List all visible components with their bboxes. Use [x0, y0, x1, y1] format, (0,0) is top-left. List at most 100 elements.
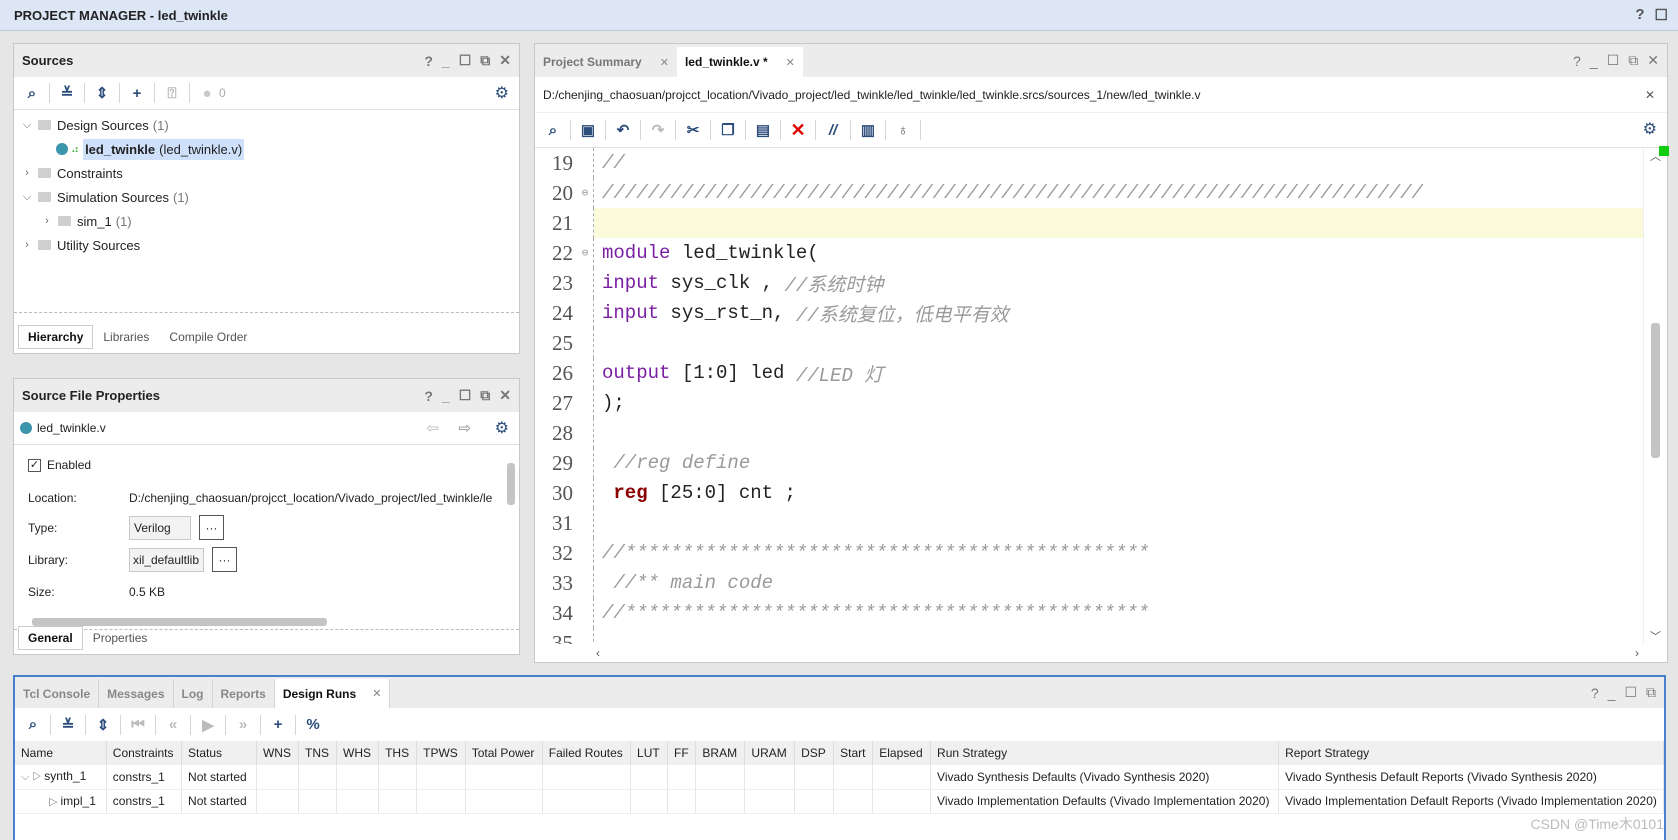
save-icon[interactable]: ▣: [576, 118, 600, 142]
close-tab-icon[interactable]: ✕: [660, 56, 669, 69]
tab-led-twinkle-v[interactable]: led_twinkle.v * ✕: [676, 47, 803, 77]
comment-icon[interactable]: //: [821, 118, 845, 142]
expand-all-icon[interactable]: ⇕: [90, 81, 114, 105]
code-editor[interactable]: 19//20 ⊖/////////////////////////////////…: [535, 148, 1643, 644]
tree-item[interactable]: › Constraints: [20, 161, 519, 185]
add-icon[interactable]: +: [125, 81, 149, 105]
column-header[interactable]: Name: [15, 741, 107, 765]
unknown-file-icon[interactable]: ⍰: [160, 81, 184, 105]
column-header[interactable]: Elapsed: [872, 741, 932, 765]
tree-item[interactable]: ⌵ Simulation Sources (1): [20, 185, 519, 209]
back-icon[interactable]: ⇦: [426, 419, 439, 437]
tab-tcl-console[interactable]: Tcl Console: [15, 679, 100, 708]
previous-icon[interactable]: «: [161, 713, 185, 737]
tab-project-summary[interactable]: Project Summary ✕: [535, 47, 677, 77]
tab-libraries[interactable]: Libraries: [93, 325, 159, 349]
column-mode-icon[interactable]: ▥: [856, 118, 880, 142]
next-icon[interactable]: »: [231, 713, 255, 737]
collapse-all-icon[interactable]: ≚: [55, 81, 79, 105]
tab-reports[interactable]: Reports: [213, 679, 275, 708]
chevron-right-icon[interactable]: ›: [20, 167, 34, 179]
cut-icon[interactable]: ✂: [681, 118, 705, 142]
tree-item[interactable]: ⠴ led_twinkle (led_twinkle.v): [20, 137, 519, 161]
maximize-icon[interactable]: ☐: [1624, 684, 1637, 701]
maximize-icon[interactable]: ☐: [1607, 52, 1620, 69]
close-icon[interactable]: ✕: [1647, 52, 1659, 69]
gear-icon[interactable]: ⚙: [495, 418, 509, 438]
gear-icon[interactable]: ⚙: [495, 83, 509, 103]
vertical-scrollbar[interactable]: ︿ ﹀: [1643, 146, 1669, 644]
search-icon[interactable]: ⌕: [21, 713, 45, 737]
help-icon[interactable]: ?: [424, 53, 433, 69]
copy-icon[interactable]: ❐: [716, 118, 740, 142]
column-header[interactable]: TNS: [298, 741, 338, 765]
table-row[interactable]: ▷ impl_1 constrs_1 Not started Vivado Imple…: [15, 789, 1664, 814]
float-icon[interactable]: ⧉: [480, 387, 490, 404]
table-row[interactable]: ⌵ ▷ synth_1 constrs_1 Not started Vivado Sy…: [15, 765, 1664, 790]
help-icon[interactable]: ?: [424, 388, 433, 404]
search-icon[interactable]: ⌕: [20, 81, 44, 105]
column-header[interactable]: LUT: [630, 741, 669, 765]
float-icon[interactable]: ⧉: [480, 52, 490, 69]
column-header[interactable]: WNS: [256, 741, 300, 765]
tree-item[interactable]: › Utility Sources: [20, 233, 519, 257]
column-header[interactable]: Failed Routes: [542, 741, 632, 765]
library-more-button[interactable]: ···: [212, 547, 237, 572]
column-header[interactable]: URAM: [744, 741, 796, 765]
vertical-scrollbar[interactable]: [503, 449, 519, 599]
help-icon[interactable]: ?: [1573, 53, 1581, 69]
tab-design-runs[interactable]: Design Runs ✕: [274, 679, 391, 708]
enabled-checkbox[interactable]: ✓: [28, 458, 41, 472]
float-icon[interactable]: ⧉: [1646, 684, 1656, 701]
tab-properties[interactable]: Properties: [83, 626, 158, 650]
tab-compile-order[interactable]: Compile Order: [159, 325, 257, 349]
maximize-icon[interactable]: ☐: [1655, 6, 1668, 24]
close-path-icon[interactable]: ✕: [1645, 88, 1655, 102]
undo-icon[interactable]: ↶: [611, 118, 635, 142]
help-icon[interactable]: ?: [1635, 6, 1644, 24]
column-header[interactable]: Start: [833, 741, 874, 765]
help-icon[interactable]: ?: [1591, 685, 1599, 701]
chevron-down-icon[interactable]: ⌵: [20, 119, 34, 132]
close-tab-icon[interactable]: ✕: [786, 56, 795, 69]
column-header[interactable]: Report Strategy: [1278, 741, 1664, 765]
redo-icon[interactable]: ↷: [646, 118, 670, 142]
tab-messages[interactable]: Messages: [99, 679, 174, 708]
close-icon[interactable]: ✕: [499, 387, 511, 404]
tab-hierarchy[interactable]: Hierarchy: [18, 325, 94, 349]
gear-icon[interactable]: ⚙: [1643, 119, 1657, 139]
column-header[interactable]: FF: [667, 741, 697, 765]
search-icon[interactable]: ⌕: [541, 118, 565, 142]
float-icon[interactable]: ⧉: [1628, 52, 1638, 69]
chevron-down-icon[interactable]: ⌵: [20, 191, 34, 204]
tree-item[interactable]: › sim_1 (1): [20, 209, 519, 233]
tab-log[interactable]: Log: [174, 679, 213, 708]
minimize-icon[interactable]: _: [442, 388, 450, 404]
minimize-icon[interactable]: _: [442, 53, 450, 69]
maximize-icon[interactable]: ☐: [459, 387, 472, 404]
column-header[interactable]: Constraints: [106, 741, 183, 765]
column-header[interactable]: WHS: [336, 741, 380, 765]
maximize-icon[interactable]: ☐: [459, 52, 472, 69]
column-header[interactable]: Status: [181, 741, 257, 765]
first-icon[interactable]: ⏮: [126, 713, 150, 737]
column-header[interactable]: BRAM: [695, 741, 746, 765]
column-header[interactable]: Total Power: [465, 741, 543, 765]
tree-item[interactable]: ⌵ Design Sources (1): [20, 113, 519, 137]
column-header[interactable]: DSP: [794, 741, 835, 765]
chevron-right-icon[interactable]: ›: [20, 239, 34, 251]
error-indicator-icon[interactable]: ●: [195, 81, 219, 105]
fold-icon[interactable]: ⊖: [577, 238, 594, 268]
minimize-icon[interactable]: _: [1608, 685, 1616, 701]
column-header[interactable]: TPWS: [416, 741, 466, 765]
chevron-right-icon[interactable]: ›: [40, 215, 54, 227]
lightbulb-icon[interactable]: ♁: [891, 118, 915, 142]
delete-icon[interactable]: ✕: [786, 118, 810, 142]
column-header[interactable]: THS: [378, 741, 418, 765]
minimize-icon[interactable]: _: [1590, 53, 1598, 69]
add-run-icon[interactable]: +: [266, 713, 290, 737]
close-tab-icon[interactable]: ✕: [372, 687, 381, 700]
horizontal-scrollbar[interactable]: ‹ ›: [592, 644, 1643, 662]
expand-chevron-icon[interactable]: ⌵ ▷: [21, 771, 44, 783]
tab-general[interactable]: General: [18, 626, 83, 650]
